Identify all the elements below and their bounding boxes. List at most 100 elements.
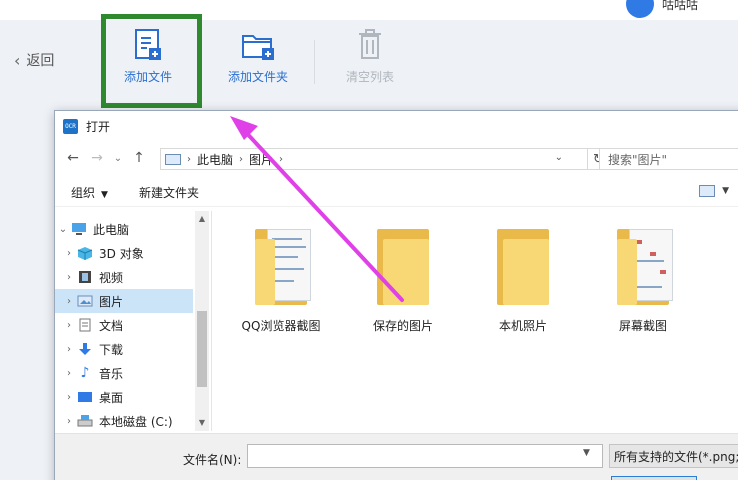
file-type-select[interactable]: 所有支持的文件(*.png;* [609,444,738,468]
trash-icon [359,29,381,59]
tree-item-label: 视频 [99,270,124,285]
address-bar[interactable]: › 此电脑 › 图片 › ⌄ [160,148,588,170]
back-button[interactable]: ‹ 返回 [14,50,54,70]
ocr-app-icon: OCR [63,118,78,134]
scroll-down-icon[interactable]: ▼ [195,415,209,431]
breadcrumb-separator-icon[interactable]: › [239,154,243,165]
tree-item-local-disk-c[interactable]: › 本地磁盘 (C:) [55,409,193,433]
expand-chevron-icon[interactable]: › [61,272,77,283]
folder-name: 屏幕截图 [618,319,667,333]
command-bar: 组织 ▼ 新建文件夹 ▼ [55,177,738,207]
preview-block [650,252,656,256]
folder-item[interactable]: 屏幕截图 [583,225,703,334]
preview-line [272,280,294,282]
folder-front [383,239,429,305]
organize-label: 组织 [71,186,96,200]
file-name-dropdown-icon[interactable]: ▼ [583,448,590,458]
navigation-scrollbar[interactable]: ▲ ▼ [195,211,209,431]
folder-front [617,239,637,305]
preview-line [272,268,304,270]
tree-item-videos[interactable]: › 视频 [55,265,193,289]
back-label: 返回 [26,53,55,69]
folder-front [255,239,275,305]
tree-item-label: 文档 [99,318,124,333]
preview-line [634,286,662,288]
pc-icon [71,222,87,236]
expand-chevron-icon[interactable]: › [61,344,77,355]
folder-icon [375,225,431,305]
up-arrow-icon[interactable]: ↑ [131,150,147,166]
cube-3d-icon [77,246,93,260]
tree-item-music[interactable]: › ♪ 音乐 [55,361,193,385]
dialog-title: 打开 [86,119,111,134]
new-folder-button[interactable]: 新建文件夹 [139,184,199,201]
avatar[interactable] [625,0,654,18]
tree-item-3d-objects[interactable]: › 3D 对象 [55,241,193,265]
documents-icon [77,318,93,332]
folder-with-document-icon [253,225,311,305]
add-folder-label: 添加文件夹 [227,70,288,84]
folder-icon [495,225,551,305]
folder-item[interactable]: 本机照片 [463,225,583,334]
tree-item-label: 3D 对象 [99,246,144,261]
clear-list-label: 清空列表 [345,70,394,84]
pictures-icon [77,294,93,308]
expand-chevron-icon[interactable]: › [61,392,77,403]
open-button[interactable] [611,476,697,480]
folder-with-screenshot-icon [615,225,673,305]
breadcrumb-pictures[interactable]: 图片 [249,151,273,168]
caret-down-icon: ▼ [101,190,108,200]
open-file-dialog: OCR 打开 ← → ⌄ ↑ › 此电脑 › 图片 › ⌄ ↻ 搜索"图片" 组… [54,110,738,480]
expand-chevron-icon[interactable]: › [61,320,77,331]
folder-front [503,239,549,305]
view-caret-down-icon[interactable]: ▼ [722,186,729,196]
preview-line [272,246,306,248]
tree-item-this-pc[interactable]: ⌄ 此电脑 [55,217,193,241]
scroll-thumb[interactable] [197,311,207,387]
recent-locations-chevron-icon[interactable]: ⌄ [113,153,123,164]
dialog-titlebar[interactable]: OCR 打开 [55,111,738,141]
add-folder-button[interactable]: 添加文件夹 [210,28,306,96]
tree-item-label: 音乐 [99,366,124,381]
folder-name: QQ浏览器截图 [241,319,321,333]
folder-name: 本机照片 [498,319,547,333]
tree-item-documents[interactable]: › 文档 [55,313,193,337]
organize-menu[interactable]: 组织 ▼ [71,184,108,201]
username: 咕咕咕 [661,0,698,12]
tree-item-desktop[interactable]: › 桌面 [55,385,193,409]
download-icon [77,342,93,356]
breadcrumb-this-pc[interactable]: 此电脑 [197,151,233,168]
file-name-input[interactable] [247,444,603,468]
clear-list-button[interactable]: 清空列表 [322,28,418,96]
tree-item-downloads[interactable]: › 下载 [55,337,193,361]
folder-item[interactable]: 保存的图片 [343,225,463,334]
tree-item-label: 下载 [99,342,124,357]
file-list: QQ浏览器截图 保存的图片 本机照片 屏幕截图 [213,211,738,431]
breadcrumb-separator-icon[interactable]: › [279,154,283,165]
breadcrumb-separator-icon[interactable]: › [187,154,191,165]
forward-arrow-icon[interactable]: → [89,150,105,166]
tree-item-label: 桌面 [99,390,124,405]
search-input[interactable]: 搜索"图片" [599,148,738,170]
collapse-chevron-icon[interactable]: ⌄ [55,224,71,235]
file-name-label: 文件名(N): [183,453,242,467]
dialog-footer: 文件名(N): ▼ 所有支持的文件(*.png;* [55,433,738,480]
tree-item-pictures[interactable]: › 图片 [55,289,193,313]
drive-icon [77,414,93,428]
preview-line [272,256,298,258]
address-dropdown-icon[interactable]: ⌄ [555,152,563,163]
user-info[interactable]: 咕咕咕 [625,0,698,18]
tree-item-label: 此电脑 [93,222,130,237]
navigation-pane: ⌄ 此电脑 › 3D 对象 › 视频 › 图片 › 文档 › 下载 › ♪ 音乐… [55,211,209,431]
expand-chevron-icon[interactable]: › [61,416,77,427]
folder-item[interactable]: QQ浏览器截图 [221,225,341,334]
folder-name: 保存的图片 [372,319,433,333]
pane-divider[interactable] [211,211,212,431]
view-mode-icon[interactable] [699,185,715,197]
preview-block [660,270,666,274]
expand-chevron-icon[interactable]: › [61,248,77,259]
back-arrow-icon[interactable]: ← [65,150,81,166]
expand-chevron-icon[interactable]: › [61,368,77,379]
expand-chevron-icon[interactable]: › [61,296,77,307]
scroll-up-icon[interactable]: ▲ [195,211,209,227]
